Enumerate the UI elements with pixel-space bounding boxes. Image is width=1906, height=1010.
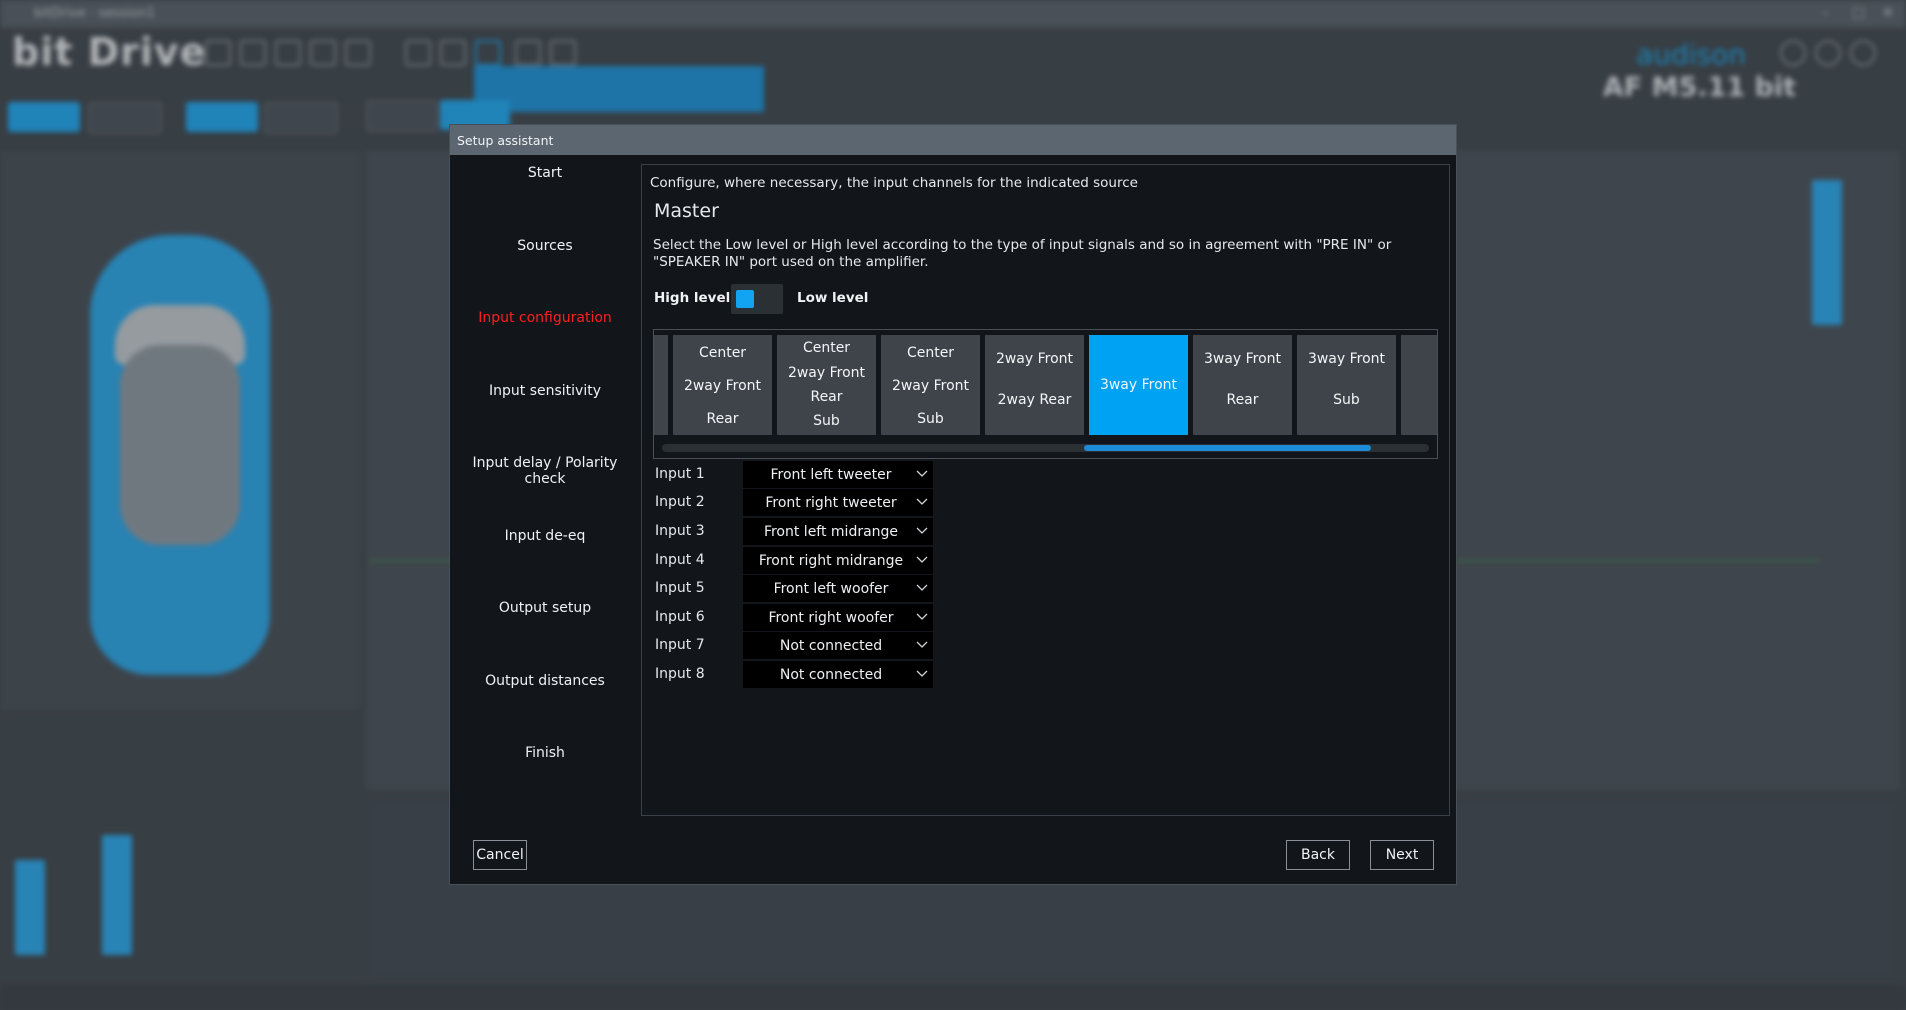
dialog-titlebar: Setup assistant	[450, 125, 1456, 155]
preset-tile-line: Center	[802, 340, 851, 356]
back-button[interactable]: Back	[1286, 840, 1350, 870]
input-assignment-value: Front right woofer	[768, 610, 894, 626]
preset-tile-line: 2way Front	[683, 378, 762, 394]
chevron-down-icon	[916, 613, 928, 620]
input-label: Input 4	[655, 552, 705, 568]
nav-step[interactable]: Input de-eq	[450, 528, 640, 544]
input-label: Input 8	[655, 666, 705, 682]
input-assignment-value: Not connected	[779, 638, 883, 654]
toggle-knob	[736, 290, 754, 308]
preset-tile-line: Rear	[706, 411, 739, 427]
preset-tile-line: 2way Rear	[997, 392, 1072, 408]
input-assignment-select[interactable]: Front right tweeter	[743, 489, 933, 516]
input-assignment-select[interactable]: Front right woofer	[743, 604, 933, 631]
description-text: Select the Low level or High level accor…	[653, 237, 1392, 270]
cancel-button[interactable]: Cancel	[473, 840, 527, 870]
preset-tile-line: Center	[906, 345, 955, 361]
input-assignment-value: Front right midrange	[758, 553, 904, 569]
input-label: Input 1	[655, 466, 705, 482]
dialog-title: Setup assistant	[457, 133, 554, 148]
input-assignment-select[interactable]: Not connected	[743, 661, 933, 688]
preset-tile[interactable]: Center 2way Front Rear	[673, 335, 772, 435]
nav-step[interactable]: Output setup	[450, 600, 640, 616]
preset-tile[interactable]: 3way Front Sub	[1297, 335, 1396, 435]
input-assignment-value: Not connected	[779, 667, 883, 683]
preset-tile[interactable]: 3way Front	[1089, 335, 1188, 435]
preset-tile-line: 3wa	[1401, 351, 1437, 367]
input-assignment-select[interactable]: Not connected	[743, 632, 933, 659]
preset-tile-line: Sub	[813, 413, 840, 429]
chevron-down-icon	[916, 498, 928, 505]
preset-tile[interactable]: Center 2way Front Sub	[881, 335, 980, 435]
chevron-down-icon	[916, 556, 928, 563]
preset-tile-line: 2way Front	[787, 365, 866, 381]
preset-tile[interactable]: 3wa Su	[1401, 335, 1437, 435]
nav-step[interactable]: Output distances	[450, 673, 640, 689]
preset-tile[interactable]: 3way Front Rear	[1193, 335, 1292, 435]
step-content: Configure, where necessary, the input ch…	[641, 164, 1450, 816]
setup-assistant-dialog: Setup assistant Start Sources Input config…	[449, 124, 1457, 885]
input-assignment-value: Front left tweeter	[770, 467, 892, 483]
nav-step[interactable]: Finish	[450, 745, 640, 761]
input-assignment-select[interactable]: Front left tweeter	[743, 461, 933, 488]
input-label: Input 3	[655, 523, 705, 539]
instruction-text: Configure, where necessary, the input ch…	[650, 175, 1138, 191]
preset-tile-line: 3way Front	[1307, 351, 1386, 367]
chevron-down-icon	[916, 470, 928, 477]
input-label: Input 7	[655, 637, 705, 653]
preset-tile-line: 3way Front	[1203, 351, 1282, 367]
preset-tile-line: 2way Front	[891, 378, 970, 394]
preset-tile-line: 2way Front	[995, 351, 1074, 367]
preset-tile-line: 3way Front	[1099, 377, 1178, 393]
preset-tile-line: Rear	[810, 389, 843, 405]
low-level-label: Low level	[797, 290, 869, 306]
input-label: Input 6	[655, 609, 705, 625]
scrollbar-thumb[interactable]	[1084, 445, 1371, 451]
input-assignment-select[interactable]: Front left midrange	[743, 518, 933, 545]
section-title: Master	[654, 200, 719, 222]
preset-tile-partial[interactable]	[654, 335, 668, 435]
chevron-down-icon	[916, 670, 928, 677]
chevron-down-icon	[916, 584, 928, 591]
high-level-label: High level	[654, 290, 731, 306]
chevron-down-icon	[916, 641, 928, 648]
nav-step[interactable]: Input delay / Polarity check	[450, 455, 640, 487]
input-assignment-select[interactable]: Front left woofer	[743, 575, 933, 602]
preset-tile-line: Rear	[1226, 392, 1259, 408]
preset-tile[interactable]: Center 2way Front Rear Sub	[777, 335, 876, 435]
preset-tile-line: Su	[1401, 392, 1437, 408]
preset-tile-line: Sub	[1333, 392, 1360, 408]
nav-step[interactable]: Start	[450, 165, 640, 181]
next-button[interactable]: Next	[1370, 840, 1434, 870]
chevron-down-icon	[916, 527, 928, 534]
nav-step[interactable]: Sources	[450, 238, 640, 254]
input-assignment-value: Front left woofer	[773, 581, 889, 597]
level-toggle[interactable]	[731, 284, 783, 314]
input-assignment-value: Front left midrange	[763, 524, 899, 540]
input-label: Input 5	[655, 580, 705, 596]
preset-tile-line: Sub	[917, 411, 944, 427]
input-label: Input 2	[655, 494, 705, 510]
nav-step[interactable]: Input configuration	[450, 310, 640, 326]
preset-tile[interactable]: 2way Front 2way Rear	[985, 335, 1084, 435]
nav-step[interactable]: Input sensitivity	[450, 383, 640, 399]
input-assignment-value: Front right tweeter	[765, 495, 897, 511]
input-assignment-select[interactable]: Front right midrange	[743, 547, 933, 574]
wizard-steps: Start Sources Input configuration Input sen…	[450, 155, 640, 815]
preset-carousel: Center 2way Front Rear Center 2way Front Rear…	[653, 329, 1438, 459]
preset-tile-line: Center	[698, 345, 747, 361]
preset-scrollbar[interactable]	[662, 444, 1429, 452]
